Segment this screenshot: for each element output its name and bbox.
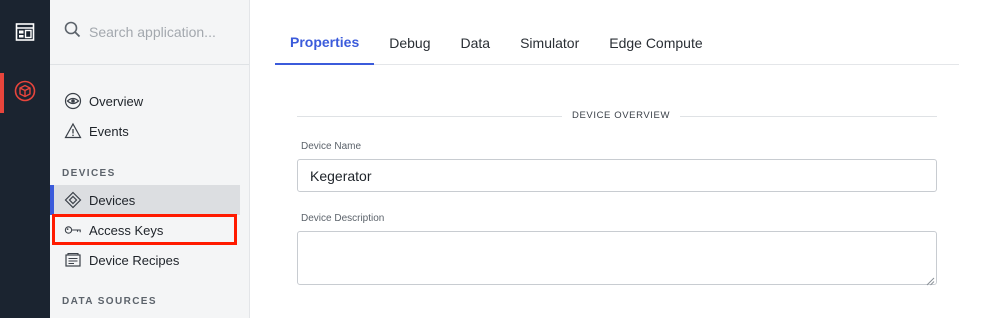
sidebar-item-devices[interactable]: Devices bbox=[50, 185, 240, 215]
device-name-label: Device Name bbox=[301, 141, 362, 152]
tab-debug[interactable]: Debug bbox=[374, 20, 445, 65]
cube-icon bbox=[14, 80, 36, 107]
search-bar bbox=[50, 0, 249, 65]
device-description-label: Device Description bbox=[301, 213, 385, 224]
sidebar-item-label: Device Recipes bbox=[89, 252, 180, 268]
sidebar-item-label: Events bbox=[89, 123, 129, 139]
sidebar-item-device-recipes[interactable]: Device Recipes bbox=[50, 245, 240, 275]
search-input[interactable] bbox=[89, 24, 239, 40]
sidebar-item-overview[interactable]: Overview bbox=[50, 86, 240, 116]
device-name-input[interactable] bbox=[297, 159, 937, 192]
diamond-icon bbox=[64, 191, 82, 209]
sidebar-item-events[interactable]: Events bbox=[50, 116, 240, 146]
section-label-devices: DEVICES bbox=[62, 168, 116, 179]
sidebar: Overview Events DEVICES Devices bbox=[50, 0, 250, 318]
tab-edge-compute[interactable]: Edge Compute bbox=[594, 20, 717, 65]
tab-bar: Properties Debug Data Simulator Edge Com… bbox=[275, 20, 959, 65]
resize-grip-icon[interactable] bbox=[925, 273, 935, 286]
recipe-icon bbox=[64, 251, 82, 269]
device-description-input[interactable] bbox=[297, 231, 937, 285]
sidebar-item-label: Overview bbox=[89, 93, 144, 109]
tab-data[interactable]: Data bbox=[446, 20, 506, 65]
highlight-box bbox=[52, 214, 237, 245]
icon-rail bbox=[0, 0, 50, 318]
main-content: Properties Debug Data Simulator Edge Com… bbox=[251, 0, 983, 318]
rail-device-button[interactable] bbox=[0, 73, 50, 113]
rail-applications-button[interactable] bbox=[0, 14, 50, 54]
sidebar-item-label: Devices bbox=[89, 192, 136, 208]
warning-icon bbox=[64, 122, 82, 140]
eye-icon bbox=[64, 92, 82, 110]
section-title: DEVICE OVERVIEW bbox=[562, 110, 681, 121]
tab-properties[interactable]: Properties bbox=[275, 20, 375, 65]
app-root: Overview Events DEVICES Devices bbox=[0, 0, 983, 318]
section-label-data-sources: DATA SOURCES bbox=[62, 296, 157, 307]
tab-simulator[interactable]: Simulator bbox=[505, 20, 594, 65]
search-icon bbox=[64, 21, 81, 43]
dashboard-icon bbox=[15, 22, 35, 47]
